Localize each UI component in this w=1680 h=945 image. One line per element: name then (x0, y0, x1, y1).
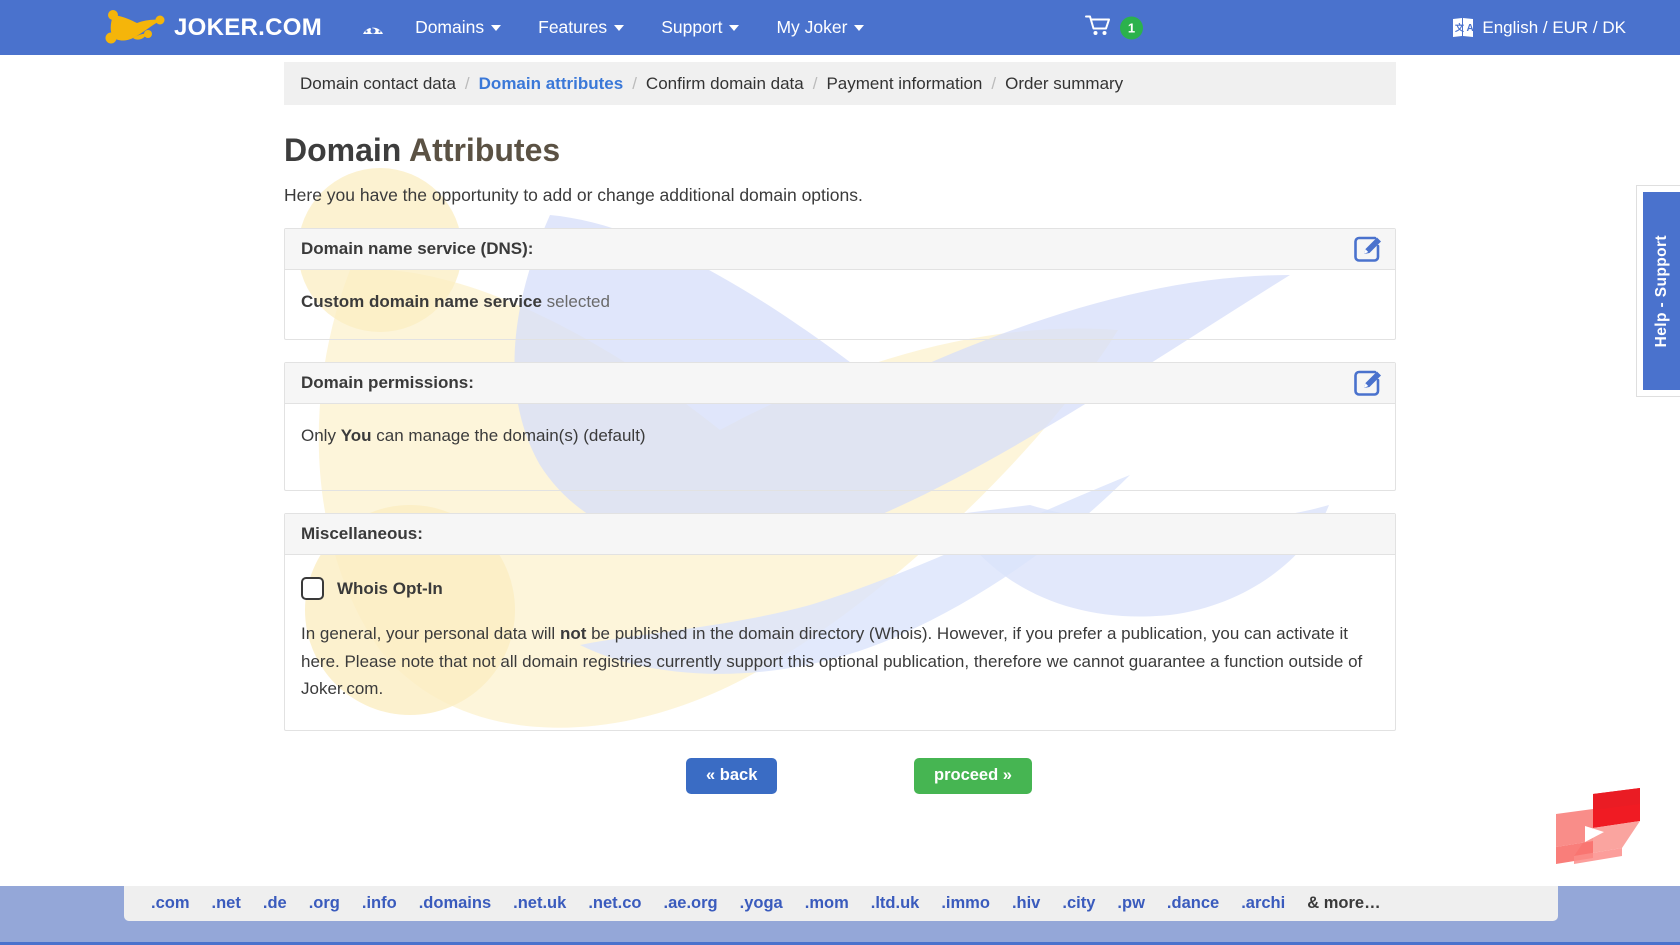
page-container: Domain contact data / Domain attributes … (284, 55, 1396, 802)
panel-domain-permissions: Domain permissions: Only You can manage … (284, 362, 1396, 491)
language-currency-selector[interactable]: A 文 English / EUR / DK (1451, 16, 1626, 40)
whois-description-pre: In general, your personal data will (301, 624, 560, 643)
shopping-cart[interactable]: 1 (1085, 13, 1143, 42)
whois-opt-in-label: Whois Opt-In (337, 578, 443, 598)
main-nav: Domains Features Support My Joker (415, 17, 901, 38)
breadcrumb: Domain contact data / Domain attributes … (284, 62, 1396, 105)
panel-header-dns: Domain name service (DNS): (285, 229, 1395, 270)
panel-body-permissions: Only You can manage the domain(s) (defau… (285, 404, 1395, 490)
tld-link-hiv[interactable]: .hiv (1012, 894, 1040, 913)
nav-item-my-joker[interactable]: My Joker (776, 17, 865, 38)
tld-link-com[interactable]: .com (151, 894, 190, 913)
chevron-down-icon (854, 24, 865, 31)
brand-logo[interactable]: JOKER.COM (103, 9, 323, 46)
nav-item-features[interactable]: Features (538, 17, 625, 38)
page-title-part1: Domain (284, 132, 410, 168)
edit-pencil-icon-dns[interactable] (1353, 234, 1383, 264)
tld-link-net[interactable]: .net (212, 894, 241, 913)
chevron-down-icon (491, 24, 502, 31)
breadcrumb-step-domain-attributes[interactable]: Domain attributes (479, 74, 624, 94)
panel-domain-name-service: Domain name service (DNS): Custom domain… (284, 228, 1396, 340)
nav-label-support: Support (661, 17, 723, 37)
nav-item-domains[interactable]: Domains (415, 17, 502, 38)
panel-body-dns: Custom domain name service selected (285, 270, 1395, 339)
tld-link-ltd-uk[interactable]: .ltd.uk (871, 894, 920, 913)
tld-link-net-co[interactable]: .net.co (588, 894, 641, 913)
tld-link-domains[interactable]: .domains (419, 894, 491, 913)
tld-link-ae-org[interactable]: .ae.org (664, 894, 718, 913)
breadcrumb-separator: / (632, 73, 637, 93)
page-subtitle: Here you have the opportunity to add or … (284, 185, 863, 205)
page-title-part2: Attributes (409, 132, 561, 168)
permissions-text-strong: You (340, 426, 372, 445)
tld-link-pw[interactable]: .pw (1117, 894, 1145, 913)
speedometer-icon[interactable] (360, 15, 386, 41)
red-brand-logo-watermark (1556, 788, 1640, 864)
page-root: JOKER.COM Domains Features Support My Jo… (0, 0, 1680, 945)
tld-link-mom[interactable]: .mom (805, 894, 849, 913)
tld-link-city[interactable]: .city (1062, 894, 1095, 913)
panel-header-miscellaneous: Miscellaneous: (285, 514, 1395, 555)
back-button[interactable]: « back (686, 757, 778, 794)
breadcrumb-step-confirm-domain-data[interactable]: Confirm domain data (646, 74, 804, 94)
permissions-text-pre: Only (301, 426, 341, 445)
tld-list: .com .net .de .org .info .domains .net.u… (124, 886, 1558, 921)
chevron-down-icon (729, 24, 740, 31)
help-support-label: Help - Support (1652, 234, 1670, 348)
breadcrumb-separator: / (464, 73, 470, 93)
shopping-cart-icon (1085, 13, 1115, 42)
panel-miscellaneous: Miscellaneous: Whois Opt-In In general, … (284, 513, 1396, 731)
nav-label-features: Features (538, 17, 608, 37)
whois-opt-in-checkbox[interactable] (301, 577, 324, 600)
panel-title-miscellaneous: Miscellaneous: (301, 524, 423, 543)
whois-description-strong: not (559, 624, 587, 643)
page-title: Domain Attributes (284, 132, 1396, 169)
panel-header-permissions: Domain permissions: (285, 363, 1395, 404)
tld-link-net-uk[interactable]: .net.uk (513, 894, 566, 913)
tld-link-immo[interactable]: .immo (941, 894, 990, 913)
help-support-tab-inner[interactable]: Help - Support (1643, 192, 1680, 390)
dns-value-strong: Custom domain name service (301, 292, 542, 311)
breadcrumb-separator: / (991, 73, 997, 93)
tld-link-more[interactable]: & more… (1307, 894, 1380, 913)
proceed-button[interactable]: proceed » (914, 757, 1032, 794)
permissions-text-post: can manage the domain(s) (default) (371, 426, 646, 445)
tld-link-yoga[interactable]: .yoga (740, 894, 783, 913)
svg-text:A: A (1467, 23, 1474, 34)
language-currency-label: English / EUR / DK (1482, 17, 1626, 37)
tld-link-dance[interactable]: .dance (1167, 894, 1219, 913)
tld-link-info[interactable]: .info (362, 894, 397, 913)
breadcrumb-step-order-summary[interactable]: Order summary (1005, 74, 1123, 94)
edit-pencil-icon-permissions[interactable] (1353, 368, 1383, 398)
tld-link-org[interactable]: .org (309, 894, 340, 913)
nav-label-domains: Domains (415, 17, 485, 37)
language-translate-icon: A 文 (1451, 16, 1475, 40)
chevron-down-icon (614, 24, 625, 31)
help-support-tab[interactable]: Help - Support (1636, 185, 1680, 397)
tld-link-archi[interactable]: .archi (1241, 894, 1285, 913)
top-navigation-bar: JOKER.COM Domains Features Support My Jo… (0, 0, 1680, 55)
breadcrumb-separator: / (812, 73, 818, 93)
panel-title-permissions: Domain permissions: (301, 373, 474, 392)
svg-text:文: 文 (1454, 22, 1465, 33)
panel-body-miscellaneous: Whois Opt-In In general, your personal d… (285, 555, 1395, 730)
content-area: Domain contact data / Domain attributes … (0, 55, 1680, 885)
nav-label-my-joker: My Joker (776, 17, 848, 37)
dns-value-rest: selected (541, 292, 610, 311)
panel-title-dns: Domain name service (DNS): (301, 239, 534, 258)
whois-description: In general, your personal data will not … (301, 620, 1379, 703)
breadcrumb-step-domain-contact-data[interactable]: Domain contact data (300, 74, 456, 94)
form-actions: « back proceed » (284, 757, 1396, 802)
cart-count-badge: 1 (1120, 16, 1143, 39)
jester-hat-icon (103, 9, 165, 46)
brand-name: JOKER.COM (174, 13, 323, 41)
nav-item-support[interactable]: Support (661, 17, 740, 38)
whois-opt-in-row[interactable]: Whois Opt-In (301, 577, 1379, 600)
footer: .com .net .de .org .info .domains .net.u… (0, 885, 1680, 945)
breadcrumb-step-payment-information[interactable]: Payment information (826, 74, 982, 94)
tld-link-de[interactable]: .de (263, 894, 287, 913)
